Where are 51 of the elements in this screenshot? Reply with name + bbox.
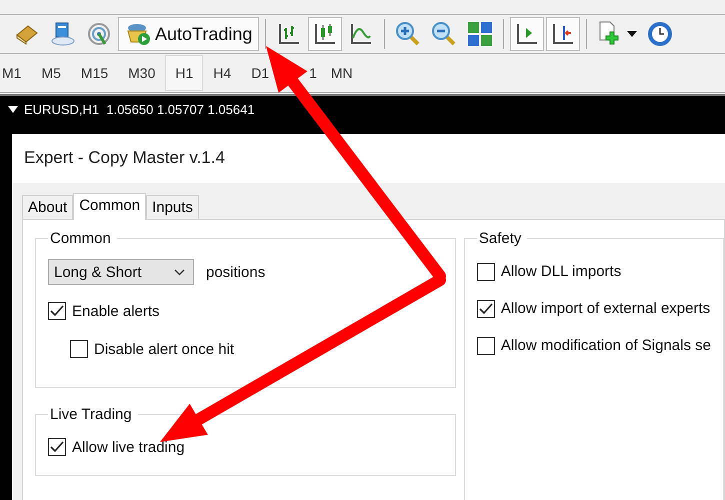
line-chart-icon [349, 22, 374, 46]
timeframe-button[interactable]: 1 [304, 55, 322, 91]
checkbox-option[interactable]: Disable alert once hit [48, 329, 443, 369]
dialog-tab[interactable]: About [22, 195, 74, 219]
candlestick-icon [313, 22, 338, 46]
timeframe-button[interactable]: H1 [165, 55, 204, 91]
signal-icon [87, 22, 111, 46]
zoom-in-icon [395, 21, 422, 47]
checkbox[interactable] [476, 262, 495, 280]
autotrading-button[interactable]: AutoTrading [118, 17, 260, 51]
autoscroll-icon [551, 22, 576, 46]
timeframe-button[interactable]: M5 [31, 55, 71, 91]
checkbox-option[interactable]: Allow live trading [48, 429, 443, 465]
checkbox[interactable] [476, 336, 495, 354]
group-title: Common [49, 230, 112, 247]
server-cloud-icon [50, 22, 76, 46]
zoom-out-icon [431, 21, 458, 47]
dialog-title: Expert - Copy Master v.1.4 [12, 134, 725, 183]
toolbar-button[interactable] [510, 17, 544, 51]
timeframe-button[interactable]: H4 [203, 55, 242, 91]
toolbar-button[interactable] [308, 17, 342, 51]
autotrading-icon [125, 22, 151, 46]
tile-windows-icon [467, 21, 494, 47]
collapse-triangle-icon[interactable] [8, 106, 18, 113]
checkbox[interactable] [48, 302, 66, 320]
book-icon [14, 23, 40, 45]
direction-dropdown[interactable]: Long & Short [48, 259, 194, 285]
chevron-down-icon [174, 268, 185, 276]
checkbox-option[interactable]: Allow DLL imports [476, 253, 711, 290]
checkbox-option[interactable]: Allow import of external experts [476, 290, 711, 327]
clock-icon [647, 21, 674, 47]
timeframe-button[interactable]: M30 [118, 55, 166, 91]
checkbox-option[interactable]: Enable alerts [48, 293, 443, 329]
dropdown-suffix: positions [206, 264, 266, 280]
bar-chart-icon [277, 22, 302, 46]
toolbar-button[interactable] [546, 17, 580, 51]
dialog-tab[interactable]: Inputs [146, 195, 199, 219]
checkbox[interactable] [70, 340, 88, 358]
group-title: Safety [478, 230, 522, 247]
timeframe-button[interactable]: M1 [0, 55, 32, 91]
dropdown-caret-icon [627, 31, 638, 37]
chart-symbol-prices: EURUSD,H1 1.05650 1.05707 1.05641 [24, 102, 255, 117]
dialog-tab[interactable]: Common [73, 193, 146, 220]
timeframe-button[interactable]: MN [322, 55, 363, 91]
timeframe-button[interactable]: M15 [70, 55, 118, 91]
checkbox-option[interactable]: Allow modification of Signals se [476, 327, 711, 364]
group-title: Live Trading [49, 406, 133, 423]
chart-shift-icon [515, 22, 540, 46]
checkbox[interactable] [476, 300, 495, 318]
timeframe-button[interactable]: D1 [241, 55, 274, 91]
checkbox[interactable] [48, 438, 66, 456]
